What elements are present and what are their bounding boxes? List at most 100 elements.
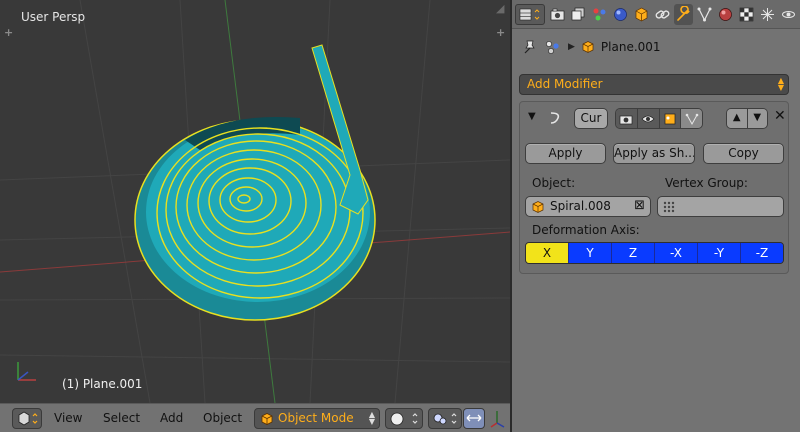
viewport-scene: [0, 0, 510, 403]
transform-manipulator-button[interactable]: [488, 408, 508, 429]
move-down-icon[interactable]: ▼: [746, 109, 767, 128]
clear-field-x-icon[interactable]: ⊠: [634, 198, 645, 213]
pin-icon[interactable]: [522, 39, 538, 55]
object-field-label: Object:: [532, 176, 576, 190]
camera-icon: [620, 115, 633, 124]
physics-orbit-icon: [782, 11, 795, 18]
deformation-axis-selector: X Y Z -X -Y -Z: [525, 242, 784, 264]
camera-icon: [550, 8, 565, 21]
edit-mode-icon: [664, 113, 676, 124]
breadcrumb: ▶ Plane.001: [522, 37, 661, 57]
apply-as-shape-button[interactable]: Apply as Sh...: [613, 143, 695, 164]
material-tab[interactable]: [716, 4, 735, 25]
modifiers-tab[interactable]: [674, 4, 693, 25]
region-toggle-plus-right[interactable]: +: [496, 26, 505, 39]
scene-tab[interactable]: [590, 4, 609, 25]
render-toggle[interactable]: [616, 109, 637, 128]
viewport-display-toggle[interactable]: [636, 109, 659, 128]
menu-view[interactable]: View: [54, 411, 82, 425]
axis-y-button[interactable]: Y: [569, 243, 612, 263]
curve-modifier-panel: ▼ Cur ▲ ▼ ✕ Apply Apply as Sh... Copy Ob…: [519, 101, 789, 274]
properties-tabs-bar: [512, 0, 800, 29]
interaction-mode-select[interactable]: Object Mode ▲ ▼: [254, 408, 380, 429]
modifier-header: ▼ Cur ▲ ▼ ✕: [520, 102, 788, 136]
data-tab[interactable]: [695, 4, 714, 25]
modifier-visibility-toggles: [615, 108, 703, 129]
deformation-axis-label: Deformation Axis:: [532, 223, 640, 237]
world-tab[interactable]: [611, 4, 630, 25]
axis-x-button[interactable]: X: [526, 243, 569, 263]
vertex-triangle-icon: [685, 113, 698, 125]
world-icon: [614, 8, 627, 21]
viewport-header: View Select Add Object Object Mode ▲ ▼: [0, 403, 510, 432]
object-cube-icon: [635, 7, 648, 22]
object-mode-cube-icon: [261, 413, 273, 425]
render-tab[interactable]: [548, 4, 567, 25]
modifier-name-field[interactable]: Cur: [574, 108, 608, 129]
modifier-move-buttons: ▲ ▼: [726, 108, 768, 129]
render-layers-tab[interactable]: [569, 4, 588, 25]
copy-button[interactable]: Copy: [703, 143, 784, 164]
pivot-point-icon: [433, 413, 457, 425]
viewport-shading-button[interactable]: [385, 408, 423, 429]
particles-tab[interactable]: [758, 4, 777, 25]
region-toggle-plus-left[interactable]: +: [4, 26, 13, 39]
properties-editor-type-button[interactable]: [515, 4, 545, 25]
curve-modifier-icon: [550, 112, 560, 124]
particles-icon: [761, 8, 774, 21]
constraints-tab[interactable]: [653, 4, 672, 25]
render-layers-icon: [571, 7, 585, 21]
axis-gizmo-icon: [17, 362, 36, 381]
axis-neg-y-button[interactable]: -Y: [698, 243, 741, 263]
editor-type-button[interactable]: [12, 408, 42, 429]
axis-neg-x-button[interactable]: -X: [655, 243, 698, 263]
menu-select[interactable]: Select: [103, 411, 140, 425]
add-modifier-label: Add Modifier: [527, 77, 603, 91]
texture-checker-icon: [739, 7, 754, 22]
curve-object-value: Spiral.008: [550, 199, 611, 213]
pivot-point-button[interactable]: [428, 408, 462, 429]
vertex-group-field-label: Vertex Group:: [665, 176, 748, 190]
active-object-label: (1) Plane.001: [62, 377, 143, 391]
solid-shading-icon: [390, 412, 418, 426]
transform-axes-icon: [490, 411, 505, 428]
object-tab[interactable]: [632, 4, 651, 25]
scene-icon: [546, 41, 559, 54]
breadcrumb-object-name: Plane.001: [600, 40, 661, 54]
spiral-mesh[interactable]: [134, 44, 376, 321]
breadcrumb-arrow-icon: ▶: [568, 42, 575, 52]
3d-viewport[interactable]: + + ◢ User Persp (1) Plane.001: [0, 0, 510, 403]
object-cube-icon: [532, 201, 544, 213]
on-cage-toggle[interactable]: [680, 109, 702, 128]
object-cube-icon: [582, 41, 594, 53]
properties-editor: ▶ Plane.001 Add Modifier ▲ ▼ ▼ Cur ▲ ▼ ✕…: [512, 0, 800, 432]
area-split-corner[interactable]: ◢: [496, 2, 504, 15]
manipulator-toggle-button[interactable]: [463, 408, 485, 429]
edit-mode-toggle[interactable]: [658, 109, 681, 128]
axis-z-button[interactable]: Z: [612, 243, 655, 263]
menu-object[interactable]: Object: [203, 411, 242, 425]
properties-grid-icon: [519, 8, 540, 21]
updown-arrows-icon: ▲ ▼: [368, 410, 375, 426]
texture-tab[interactable]: [737, 4, 756, 25]
updown-arrows-icon: ▲ ▼: [777, 76, 784, 92]
collapse-triangle-icon[interactable]: ▼: [528, 111, 536, 122]
chain-link-icon: [655, 10, 670, 19]
vertex-group-field[interactable]: [657, 196, 784, 217]
curve-object-field[interactable]: Spiral.008 ⊠: [525, 196, 651, 217]
3d-view-editor-icon: [18, 411, 38, 426]
move-up-icon[interactable]: ▲: [727, 109, 747, 128]
axis-neg-z-button[interactable]: -Z: [741, 243, 783, 263]
view-perspective-label: User Persp: [21, 10, 86, 24]
material-sphere-icon: [719, 8, 732, 21]
vertex-group-icon: [663, 201, 675, 213]
menu-add[interactable]: Add: [160, 411, 183, 425]
wrench-icon: [677, 6, 690, 21]
scene-icon: [593, 8, 606, 21]
eye-icon: [641, 115, 655, 122]
physics-tab[interactable]: [779, 4, 798, 25]
remove-modifier-close-icon[interactable]: ✕: [774, 108, 786, 124]
apply-button[interactable]: Apply: [525, 143, 606, 164]
manipulator-arrows-icon: [466, 414, 482, 422]
add-modifier-dropdown[interactable]: Add Modifier ▲ ▼: [519, 74, 789, 95]
